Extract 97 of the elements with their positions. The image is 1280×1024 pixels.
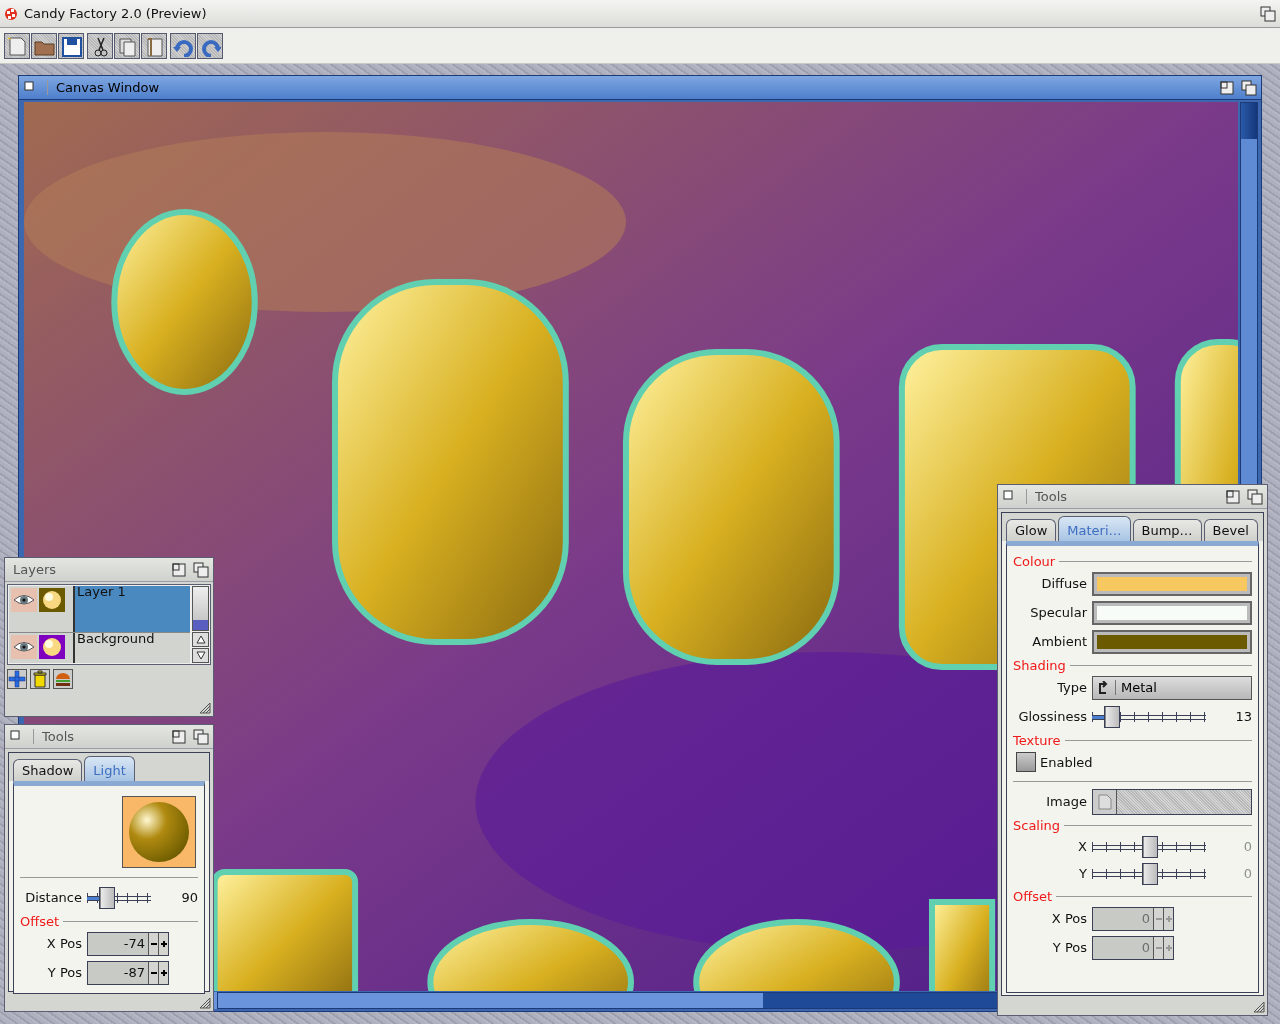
scrollbar[interactable] bbox=[1240, 102, 1258, 482]
section-heading: Offset bbox=[20, 914, 198, 929]
layer-name[interactable]: Layer 1 bbox=[75, 586, 190, 632]
value-readout: 90 bbox=[180, 890, 198, 905]
zoom-icon bbox=[1219, 79, 1235, 96]
tab[interactable]: Glow bbox=[1006, 519, 1057, 541]
layer-button[interactable] bbox=[53, 669, 73, 689]
zoom-button[interactable] bbox=[1225, 488, 1241, 505]
down-triangle-icon bbox=[195, 651, 206, 660]
zoom-button[interactable] bbox=[171, 561, 187, 578]
scroll-down-button[interactable] bbox=[192, 648, 209, 663]
depth-button[interactable] bbox=[1260, 5, 1276, 22]
depth-button[interactable] bbox=[1247, 488, 1263, 505]
window-title: Tools bbox=[33, 729, 165, 744]
toolbar-button[interactable] bbox=[4, 32, 30, 59]
tab[interactable]: Shadow bbox=[13, 759, 83, 781]
zoom-icon bbox=[1225, 488, 1241, 505]
depth-icon bbox=[193, 728, 209, 745]
toolbar-button[interactable] bbox=[114, 32, 140, 59]
toolbar-button[interactable] bbox=[31, 32, 57, 59]
field-label: X Pos bbox=[45, 936, 82, 951]
color-swatch[interactable] bbox=[1092, 629, 1252, 654]
toolbar-button[interactable] bbox=[87, 32, 113, 59]
field-label: Image bbox=[1045, 794, 1087, 809]
scrollbar[interactable] bbox=[192, 586, 209, 631]
close-icon bbox=[1002, 488, 1014, 501]
field-label: Y Pos bbox=[46, 965, 82, 980]
layer-name[interactable]: Background bbox=[75, 633, 190, 663]
section-heading: Shading bbox=[1013, 658, 1252, 673]
title-bar[interactable]: Canvas Window bbox=[19, 76, 1261, 100]
window-title: Canvas Window bbox=[47, 80, 1213, 95]
slider-thumb[interactable] bbox=[1104, 705, 1121, 728]
toolbar-button[interactable] bbox=[58, 32, 84, 59]
field-label: Type bbox=[1056, 680, 1087, 695]
field-label: Ambient bbox=[1031, 634, 1087, 649]
slider-thumb[interactable] bbox=[99, 886, 116, 909]
value-readout: 13 bbox=[1234, 709, 1252, 724]
depth-icon bbox=[1260, 5, 1276, 22]
checkbox-label: Enabled bbox=[1040, 754, 1093, 770]
color-swatch[interactable] bbox=[1092, 600, 1252, 625]
scroll-up-button[interactable] bbox=[192, 632, 209, 647]
page-icon bbox=[6, 34, 28, 57]
zoom-icon bbox=[171, 728, 187, 745]
tab[interactable]: Bevel bbox=[1203, 519, 1258, 541]
resize-grip-icon[interactable] bbox=[1253, 1001, 1265, 1013]
depth-icon bbox=[193, 561, 209, 578]
screen-title: Candy Factory 2.0 (Preview) bbox=[24, 6, 208, 21]
depth-icon bbox=[1247, 488, 1263, 505]
field-label: Glossiness bbox=[1017, 709, 1087, 724]
zoom-button[interactable] bbox=[171, 728, 187, 745]
layer-button[interactable] bbox=[7, 669, 27, 689]
close-icon bbox=[9, 728, 21, 741]
tab[interactable]: Bump… bbox=[1132, 519, 1202, 541]
title-bar[interactable]: Tools bbox=[5, 725, 213, 749]
value-readout: 0 bbox=[1242, 839, 1252, 854]
field-label: X Pos bbox=[1050, 911, 1087, 926]
close-icon bbox=[23, 79, 35, 92]
section-heading: Scaling bbox=[1013, 818, 1252, 833]
depth-button[interactable] bbox=[193, 561, 209, 578]
field-label: Y Pos bbox=[1051, 940, 1087, 955]
title-bar[interactable]: Tools bbox=[998, 485, 1267, 509]
zoom-icon bbox=[171, 561, 187, 578]
resize-grip-icon[interactable] bbox=[199, 702, 211, 714]
layer-button[interactable] bbox=[30, 669, 50, 689]
toolbar-button[interactable] bbox=[197, 32, 223, 59]
value-readout: 0 bbox=[1242, 866, 1252, 881]
cycle-button[interactable]: Metal bbox=[1092, 675, 1252, 700]
plus-icon bbox=[8, 670, 26, 688]
section-heading: Colour bbox=[1013, 554, 1252, 569]
eye-icon[interactable] bbox=[11, 588, 37, 612]
window-title: Layers bbox=[12, 562, 58, 577]
resize-grip-icon[interactable] bbox=[199, 997, 211, 1009]
tab[interactable]: Light bbox=[84, 756, 135, 781]
field-label: Specular bbox=[1029, 605, 1087, 620]
burger-icon bbox=[54, 670, 72, 688]
field-label: Distance bbox=[24, 890, 82, 905]
page-icon bbox=[1097, 793, 1112, 810]
trash-icon bbox=[31, 670, 49, 688]
title-bar[interactable]: Layers bbox=[5, 558, 213, 582]
depth-button[interactable] bbox=[1241, 79, 1257, 96]
toolbar-button[interactable] bbox=[170, 32, 196, 59]
section-heading: Texture bbox=[1013, 733, 1252, 748]
cycle-icon bbox=[1097, 680, 1109, 695]
depth-icon bbox=[1241, 79, 1257, 96]
checkbox[interactable] bbox=[1016, 752, 1036, 772]
toolbar-button[interactable] bbox=[141, 32, 167, 59]
eye-icon[interactable] bbox=[11, 635, 37, 659]
section-heading: Offset bbox=[1013, 889, 1252, 904]
window-title: Tools bbox=[1026, 489, 1219, 504]
color-swatch[interactable] bbox=[1092, 571, 1252, 596]
field-label: Diffuse bbox=[1040, 576, 1087, 591]
up-triangle-icon bbox=[195, 635, 206, 644]
field-label: Y bbox=[1078, 866, 1087, 881]
ball-icon bbox=[4, 6, 18, 21]
field-label: X bbox=[1077, 839, 1087, 854]
depth-button[interactable] bbox=[193, 728, 209, 745]
zoom-button[interactable] bbox=[1219, 79, 1235, 96]
